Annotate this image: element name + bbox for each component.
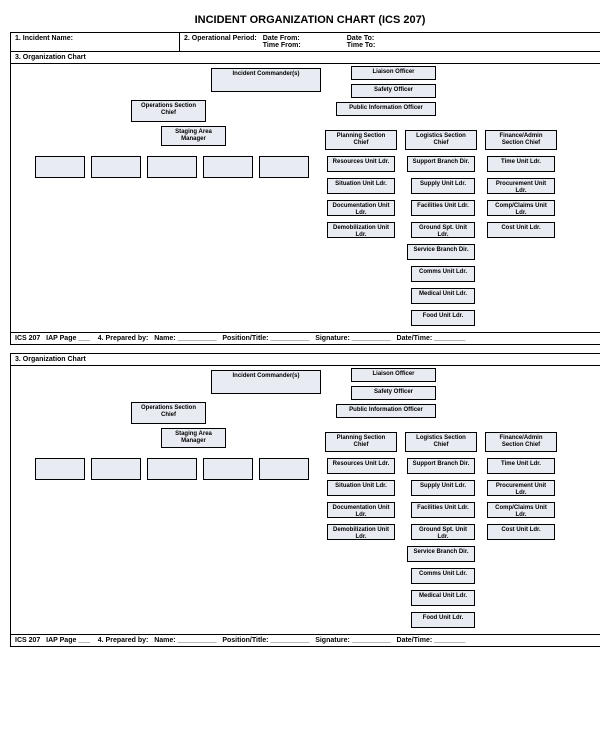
box-facilities-unit: Facilities Unit Ldr.: [411, 502, 475, 518]
box-liaison-officer: Liaison Officer: [351, 66, 436, 80]
footer-name: Name:: [154, 637, 175, 644]
box-demob-unit: Demobilization Unit Ldr.: [327, 524, 395, 540]
box-procurement-unit: Procurement Unit Ldr.: [487, 480, 555, 496]
empty-box: [259, 156, 309, 178]
box-logistics-chief: Logistics Section Chief: [405, 130, 477, 150]
box-documentation-unit: Documentation Unit Ldr.: [327, 200, 395, 216]
header-row: 1. Incident Name: 2. Operational Period:…: [11, 33, 600, 52]
box-comms-unit: Comms Unit Ldr.: [411, 568, 475, 584]
empty-box: [203, 156, 253, 178]
box-food-unit: Food Unit Ldr.: [411, 310, 475, 326]
empty-box: [259, 458, 309, 480]
box-supply-unit: Supply Unit Ldr.: [411, 178, 475, 194]
box-finance-chief: Finance/Admin Section Chief: [485, 130, 557, 150]
footer-datetime: Date/Time:: [397, 637, 433, 644]
footer-ics: ICS 207: [15, 335, 40, 342]
footer-name: Name:: [154, 335, 175, 342]
box-finance-chief: Finance/Admin Section Chief: [485, 432, 557, 452]
time-from-label: Time From:: [263, 42, 301, 49]
box-comp-claims-unit: Comp/Claims Unit Ldr.: [487, 200, 555, 216]
box-pio: Public Information Officer: [336, 404, 436, 418]
form-1: 1. Incident Name: 2. Operational Period:…: [10, 32, 600, 345]
chart-area: Incident Commander(s) Liaison Officer Sa…: [11, 64, 600, 332]
box-ground-spt-unit: Ground Spt. Unit Ldr.: [411, 222, 475, 238]
empty-box: [147, 458, 197, 480]
box-service-branch: Service Branch Dir.: [407, 546, 475, 562]
box-planning-chief: Planning Section Chief: [325, 432, 397, 452]
box-pio: Public Information Officer: [336, 102, 436, 116]
org-chart-label: 3. Organization Chart: [11, 52, 600, 64]
date-to-label: Date To:: [347, 35, 374, 42]
box-resources-unit: Resources Unit Ldr.: [327, 458, 395, 474]
empty-box: [91, 458, 141, 480]
box-safety-officer: Safety Officer: [351, 386, 436, 400]
box-facilities-unit: Facilities Unit Ldr.: [411, 200, 475, 216]
box-staging-area-mgr: Staging Area Manager: [161, 428, 226, 448]
time-to-label: Time To:: [347, 42, 376, 49]
footer-datetime: Date/Time:: [397, 335, 433, 342]
box-incident-commander: Incident Commander(s): [211, 370, 321, 394]
box-documentation-unit: Documentation Unit Ldr.: [327, 502, 395, 518]
box-staging-area-mgr: Staging Area Manager: [161, 126, 226, 146]
footer-row: ICS 207 IAP Page ___ 4. Prepared by: Nam…: [11, 332, 600, 344]
box-logistics-chief: Logistics Section Chief: [405, 432, 477, 452]
empty-box: [35, 458, 85, 480]
footer-iap: IAP Page ___: [46, 335, 90, 342]
box-ops-section-chief: Operations Section Chief: [131, 100, 206, 122]
page-title: INCIDENT ORGANIZATION CHART (ICS 207): [10, 14, 600, 26]
box-liaison-officer: Liaison Officer: [351, 368, 436, 382]
box-time-unit: Time Unit Ldr.: [487, 156, 555, 172]
box-medical-unit: Medical Unit Ldr.: [411, 590, 475, 606]
form-2: 3. Organization Chart Incident Commander…: [10, 353, 600, 647]
box-comms-unit: Comms Unit Ldr.: [411, 266, 475, 282]
box-support-branch: Support Branch Dir.: [407, 156, 475, 172]
box-safety-officer: Safety Officer: [351, 84, 436, 98]
empty-box: [91, 156, 141, 178]
footer-signature: Signature:: [315, 335, 350, 342]
box-supply-unit: Supply Unit Ldr.: [411, 480, 475, 496]
box-procurement-unit: Procurement Unit Ldr.: [487, 178, 555, 194]
empty-box: [203, 458, 253, 480]
date-from-label: Date From:: [263, 35, 300, 42]
footer-row: ICS 207 IAP Page ___ 4. Prepared by: Nam…: [11, 634, 600, 646]
box-service-branch: Service Branch Dir.: [407, 244, 475, 260]
footer-prepared-by: 4. Prepared by:: [98, 335, 149, 342]
box-situation-unit: Situation Unit Ldr.: [327, 480, 395, 496]
footer-signature: Signature:: [315, 637, 350, 644]
box-cost-unit: Cost Unit Ldr.: [487, 222, 555, 238]
op-period-label: 2. Operational Period:: [184, 35, 257, 49]
footer-position: Position/Title:: [222, 637, 268, 644]
org-chart-label: 3. Organization Chart: [11, 354, 600, 366]
box-ops-section-chief: Operations Section Chief: [131, 402, 206, 424]
field-op-period: 2. Operational Period: Date From: Time F…: [180, 33, 600, 51]
box-food-unit: Food Unit Ldr.: [411, 612, 475, 628]
footer-iap: IAP Page ___: [46, 637, 90, 644]
box-resources-unit: Resources Unit Ldr.: [327, 156, 395, 172]
field-incident-name: 1. Incident Name:: [11, 33, 180, 51]
box-situation-unit: Situation Unit Ldr.: [327, 178, 395, 194]
box-demob-unit: Demobilization Unit Ldr.: [327, 222, 395, 238]
box-ground-spt-unit: Ground Spt. Unit Ldr.: [411, 524, 475, 540]
empty-box: [147, 156, 197, 178]
box-incident-commander: Incident Commander(s): [211, 68, 321, 92]
chart-area: Incident Commander(s) Liaison Officer Sa…: [11, 366, 600, 634]
box-medical-unit: Medical Unit Ldr.: [411, 288, 475, 304]
footer-prepared-by: 4. Prepared by:: [98, 637, 149, 644]
box-comp-claims-unit: Comp/Claims Unit Ldr.: [487, 502, 555, 518]
box-support-branch: Support Branch Dir.: [407, 458, 475, 474]
box-planning-chief: Planning Section Chief: [325, 130, 397, 150]
footer-ics: ICS 207: [15, 637, 40, 644]
footer-position: Position/Title:: [222, 335, 268, 342]
box-cost-unit: Cost Unit Ldr.: [487, 524, 555, 540]
empty-box: [35, 156, 85, 178]
box-time-unit: Time Unit Ldr.: [487, 458, 555, 474]
